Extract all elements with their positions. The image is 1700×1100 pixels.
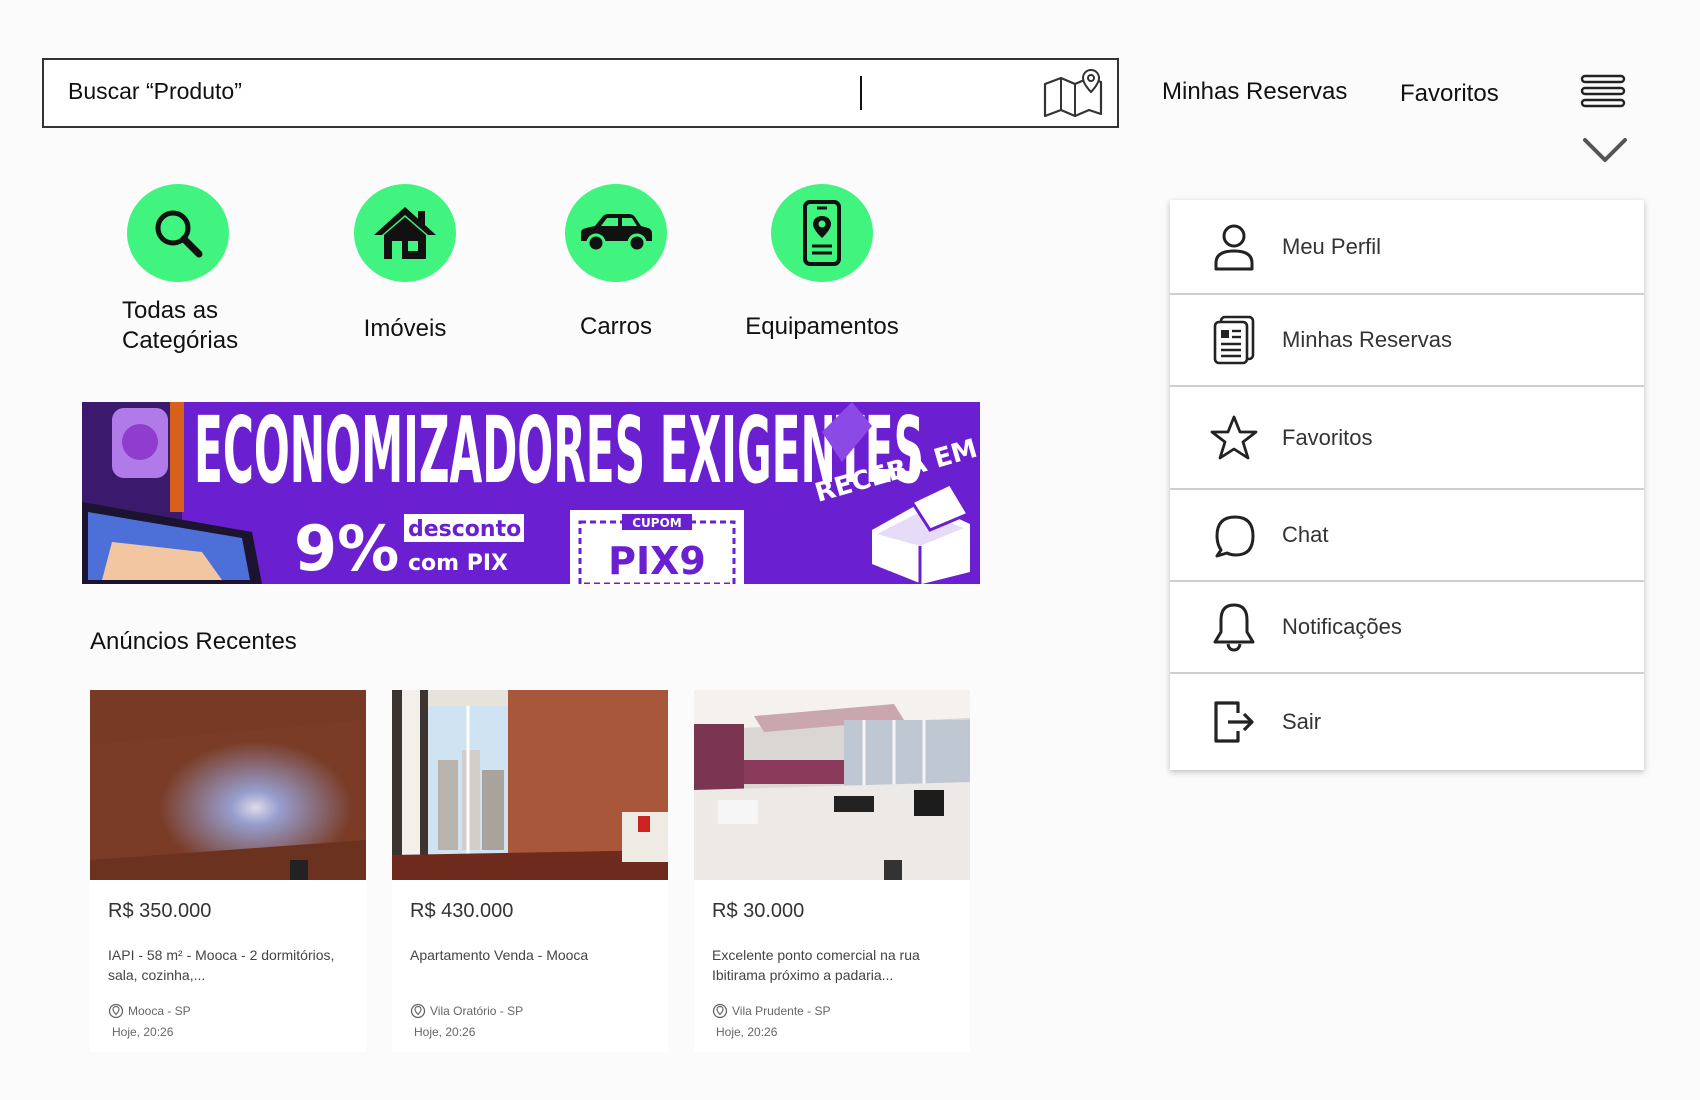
promo-banner[interactable]: ECONOMIZADORES EXIGENTES 9% desconto com… [82, 402, 980, 584]
listing-photo[interactable] [392, 690, 668, 880]
menu-item-minhas-reservas[interactable]: Minhas Reservas [1170, 295, 1644, 387]
listing-photo-art [392, 690, 668, 880]
car-icon [581, 214, 652, 253]
menu-item-label: Sair [1282, 709, 1322, 734]
menu-item-favoritos[interactable]: Favoritos [1170, 387, 1644, 490]
listing-description: IAPI - 58 m² - Mooca - 2 dormitórios, sa… [108, 947, 335, 983]
menu-item-sair[interactable]: Sair [1170, 674, 1644, 770]
banner-coupon-code: PIX9 [608, 539, 706, 583]
menu-item-label: Favoritos [1282, 424, 1373, 450]
listing-location-text: Mooca - SP [128, 1004, 191, 1018]
map-location-icon[interactable] [1041, 68, 1105, 118]
banner-discount: 9% [294, 512, 399, 584]
category-equipamentos[interactable]: Equipamentos [712, 184, 932, 342]
menu-item-label: Notificações [1282, 614, 1402, 639]
category-label: Imóveis [363, 315, 447, 342]
listing-photo-art [90, 690, 366, 880]
user-icon [1206, 219, 1262, 275]
category-icon-circle[interactable] [127, 184, 229, 282]
listing-photo[interactable] [90, 690, 366, 880]
listing-price: R$ 430.000 [410, 900, 514, 922]
listing-description: Apartamento Venda - Mooca [410, 947, 589, 963]
star-icon [1206, 410, 1262, 466]
phone-location-icon [803, 200, 841, 266]
banner-discount-word: desconto [408, 517, 521, 542]
document-icon [1206, 312, 1262, 368]
search-icon [155, 210, 203, 258]
listing-photo-art [694, 690, 970, 880]
category-icon-circle[interactable] [565, 184, 667, 282]
banner-discount-method: com PIX [408, 551, 508, 576]
hamburger-menu-icon[interactable] [1580, 74, 1626, 108]
category-icon-circle[interactable] [771, 184, 873, 282]
text-caret [860, 76, 862, 110]
search-input-text[interactable]: Buscar “Produto” [68, 78, 242, 105]
menu-item-label: Minhas Reservas [1282, 327, 1452, 352]
logout-icon [1206, 694, 1262, 750]
location-pin-icon [108, 1003, 124, 1019]
category-carros[interactable]: Carros [506, 184, 726, 342]
listing-location-text: Vila Oratório - SP [430, 1004, 524, 1018]
menu-item-notificacoes[interactable]: Notificações [1170, 582, 1644, 674]
chevron-down-icon[interactable] [1582, 136, 1628, 164]
nav-link-favoritos[interactable]: Favoritos [1400, 80, 1499, 108]
bell-icon [1206, 599, 1262, 655]
listing-time: Hoje, 20:26 [716, 1025, 778, 1039]
menu-item-label: Chat [1282, 522, 1329, 547]
category-todas[interactable]: Todas as Categórias [68, 184, 288, 356]
promo-banner-art: ECONOMIZADORES EXIGENTES 9% desconto com… [82, 402, 980, 584]
listing-description: Excelente ponto comercial na rua Ibitira… [712, 947, 920, 983]
nav-link-minhas-reservas[interactable]: Minhas Reservas [1162, 78, 1347, 106]
house-icon [374, 207, 436, 259]
listing-location-text: Vila Prudente - SP [732, 1004, 831, 1018]
chat-icon [1206, 507, 1262, 563]
listing-time: Hoje, 20:26 [112, 1025, 174, 1039]
listing-price: R$ 350.000 [108, 900, 212, 922]
listing-photo[interactable] [694, 690, 970, 880]
user-dropdown-menu: Meu Perfil Minhas Reservas Favoritos Cha… [1170, 200, 1644, 770]
banner-coupon-label: CUPOM [632, 516, 682, 530]
listing-card[interactable]: R$ 350.000 IAPI - 58 m² - Mooca - 2 dorm… [90, 690, 366, 1052]
listing-location: Vila Prudente - SP [712, 1003, 952, 1019]
recent-listings-title: Anúncios Recentes [90, 628, 297, 655]
location-pin-icon [410, 1003, 426, 1019]
category-imoveis[interactable]: Imóveis [295, 184, 515, 344]
listing-location: Mooca - SP [108, 1003, 348, 1019]
search-bar[interactable]: Buscar “Produto” [42, 58, 1119, 128]
category-icon-circle[interactable] [354, 184, 456, 282]
category-label: Equipamentos [745, 313, 899, 340]
menu-item-chat[interactable]: Chat [1170, 490, 1644, 582]
category-label: Carros [579, 313, 652, 340]
location-pin-icon [712, 1003, 728, 1019]
menu-item-meu-perfil[interactable]: Meu Perfil [1170, 200, 1644, 295]
listing-card[interactable]: R$ 430.000 Apartamento Venda - Mooca Vil… [392, 690, 668, 1052]
listing-time: Hoje, 20:26 [414, 1025, 476, 1039]
listing-price: R$ 30.000 [712, 900, 805, 922]
menu-item-label: Meu Perfil [1282, 233, 1382, 259]
category-label: Todas as Categórias [122, 297, 239, 354]
listing-location: Vila Oratório - SP [410, 1003, 650, 1019]
listing-card[interactable]: R$ 30.000 Excelente ponto comercial na r… [694, 690, 970, 1052]
